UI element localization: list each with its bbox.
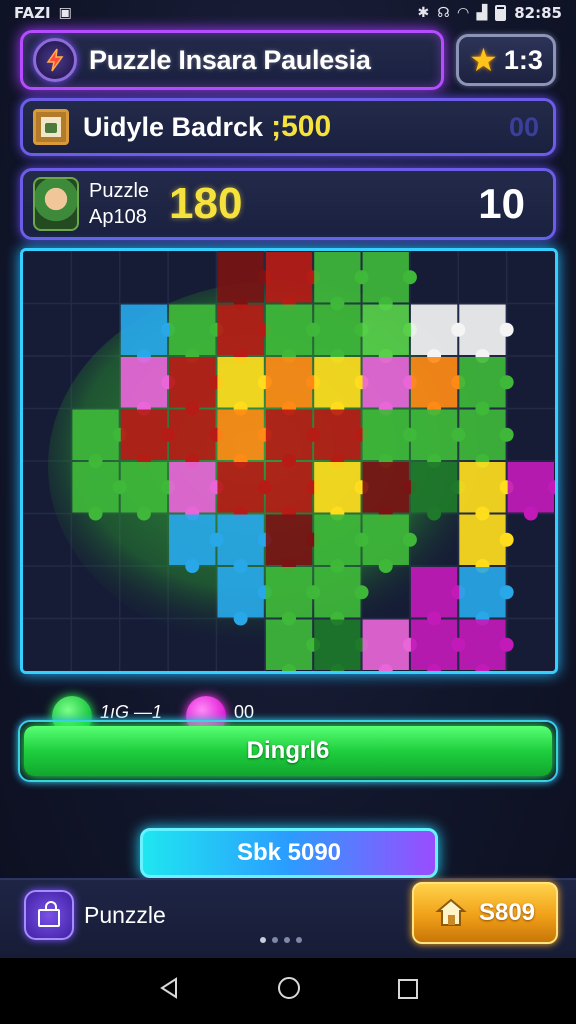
puzzle-piece[interactable] bbox=[314, 514, 369, 574]
level-right-value: 00 bbox=[508, 111, 539, 142]
star-icon: ★ bbox=[469, 42, 498, 78]
puzzle-piece[interactable] bbox=[459, 462, 514, 521]
puzzle-piece[interactable] bbox=[362, 514, 417, 574]
level-bar: Uidyle Badrck ;500 00 bbox=[20, 98, 556, 156]
stars-counter[interactable]: ★ 1:3 bbox=[456, 34, 556, 86]
puzzle-piece[interactable] bbox=[459, 357, 514, 416]
back-icon[interactable] bbox=[157, 976, 181, 1007]
puzzle-piece[interactable] bbox=[314, 357, 369, 416]
puzzle-piece[interactable] bbox=[459, 409, 514, 469]
level-label: Uidyle Badrck bbox=[83, 111, 264, 142]
puzzle-piece[interactable] bbox=[169, 462, 224, 521]
status-time: 82:85 bbox=[514, 4, 562, 22]
puzzle-piece[interactable] bbox=[314, 567, 369, 626]
puzzle-piece[interactable] bbox=[217, 409, 272, 469]
puzzle-piece[interactable] bbox=[265, 514, 321, 574]
puzzle-piece[interactable] bbox=[362, 462, 417, 521]
puzzle-piece[interactable] bbox=[120, 304, 176, 364]
puzzle-piece[interactable] bbox=[410, 619, 466, 672]
picture-frame-icon bbox=[33, 109, 69, 145]
primary-action-button[interactable]: Dingrl6 bbox=[24, 726, 552, 776]
level-score: ;500 bbox=[271, 110, 332, 143]
page-indicator bbox=[260, 937, 302, 943]
puzzle-piece[interactable] bbox=[314, 619, 369, 672]
puzzle-piece[interactable] bbox=[410, 462, 466, 521]
stars-value: 1:3 bbox=[503, 44, 543, 75]
puzzle-piece[interactable] bbox=[217, 567, 272, 626]
puzzle-piece[interactable] bbox=[265, 304, 321, 364]
puzzle-piece[interactable] bbox=[169, 409, 224, 469]
puzzle-piece[interactable] bbox=[120, 462, 176, 521]
puzzle-piece[interactable] bbox=[169, 357, 224, 416]
puzzle-piece[interactable] bbox=[314, 409, 369, 469]
puzzle-piece[interactable] bbox=[72, 462, 127, 521]
puzzle-board[interactable] bbox=[20, 248, 558, 674]
puzzle-piece[interactable] bbox=[265, 462, 321, 521]
puzzle-piece[interactable] bbox=[459, 514, 514, 574]
puzzle-piece[interactable] bbox=[507, 462, 555, 521]
recents-icon[interactable] bbox=[397, 976, 419, 1007]
puzzle-piece[interactable] bbox=[362, 409, 417, 469]
shop-bag-icon[interactable] bbox=[24, 890, 74, 940]
score-label-line2: Ap108 bbox=[89, 206, 147, 228]
score-value: 180 bbox=[169, 179, 243, 228]
puzzle-piece[interactable] bbox=[217, 304, 272, 364]
puzzle-piece[interactable] bbox=[217, 462, 272, 521]
puzzle-piece[interactable] bbox=[169, 514, 224, 574]
puzzle-piece[interactable] bbox=[362, 619, 417, 672]
puzzle-piece[interactable] bbox=[169, 304, 224, 364]
wifi-icon: ◠ bbox=[457, 5, 469, 21]
puzzle-piece[interactable] bbox=[265, 252, 321, 311]
puzzle-piece[interactable] bbox=[217, 357, 272, 416]
puzzle-piece[interactable] bbox=[362, 252, 417, 311]
puzzle-piece[interactable] bbox=[314, 462, 369, 521]
battery-icon bbox=[495, 5, 507, 21]
puzzle-piece[interactable] bbox=[72, 409, 127, 469]
secondary-action-button[interactable]: Sbk 5090 bbox=[140, 828, 438, 878]
status-left-text: FAZI bbox=[14, 4, 51, 22]
puzzle-piece[interactable] bbox=[410, 304, 466, 364]
game-title-bar: Puzzle Insara Paulesia bbox=[20, 30, 444, 90]
system-nav-bar bbox=[0, 958, 576, 1024]
puzzle-piece[interactable] bbox=[217, 514, 272, 574]
score-label-line1: Puzzle bbox=[89, 180, 150, 202]
puzzle-piece[interactable] bbox=[459, 619, 514, 672]
moves-value: 10 bbox=[478, 180, 525, 227]
house-icon bbox=[435, 897, 467, 929]
player-avatar bbox=[33, 177, 79, 231]
bottom-bar-label[interactable]: Punzzle bbox=[84, 902, 166, 929]
puzzle-piece[interactable] bbox=[410, 357, 466, 416]
puzzle-piece[interactable] bbox=[265, 567, 321, 626]
bluetooth-icon: ✱ bbox=[417, 5, 430, 21]
puzzle-piece[interactable] bbox=[314, 304, 369, 364]
score-panel: Puzzle Ap108 180 10 bbox=[20, 168, 556, 240]
gold-button-label: S809 bbox=[478, 899, 536, 926]
game-logo-icon bbox=[33, 38, 77, 82]
puzzle-piece[interactable] bbox=[362, 357, 417, 416]
signal-icon: ▟ bbox=[476, 5, 488, 21]
puzzle-piece[interactable] bbox=[362, 304, 417, 364]
puzzle-piece[interactable] bbox=[217, 252, 272, 311]
puzzle-board-canvas[interactable] bbox=[23, 251, 555, 671]
puzzle-piece[interactable] bbox=[459, 304, 514, 364]
puzzle-piece[interactable] bbox=[459, 567, 514, 626]
home-coins-button[interactable]: S809 bbox=[412, 882, 558, 944]
puzzle-piece[interactable] bbox=[265, 357, 321, 416]
puzzle-piece[interactable] bbox=[410, 567, 466, 626]
puzzle-piece[interactable] bbox=[265, 619, 321, 672]
puzzle-piece[interactable] bbox=[314, 252, 369, 311]
puzzle-piece[interactable] bbox=[410, 409, 466, 469]
puzzle-piece[interactable] bbox=[120, 357, 176, 416]
image-notification-icon: ▣ bbox=[58, 5, 72, 21]
status-bar: FAZI ▣ ✱ ☊ ◠ ▟ 82:85 bbox=[0, 0, 576, 26]
vibrate-icon: ☊ bbox=[437, 5, 450, 21]
puzzle-piece[interactable] bbox=[265, 409, 321, 469]
game-title: Puzzle Insara Paulesia bbox=[89, 44, 371, 75]
home-icon[interactable] bbox=[276, 975, 302, 1008]
puzzle-piece[interactable] bbox=[120, 409, 176, 469]
